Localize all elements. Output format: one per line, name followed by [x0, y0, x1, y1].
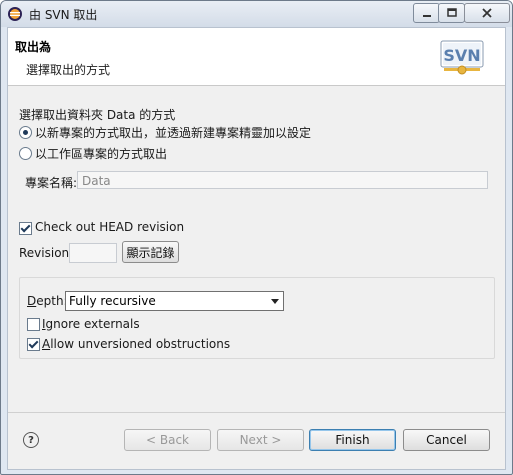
- allow-unversioned-checkbox[interactable]: [27, 338, 40, 351]
- close-button[interactable]: [464, 3, 510, 23]
- dialog-content: 取出為 選擇取出的方式 SVN 選擇取出資料夾 Data 的方式 以新專案的方式…: [7, 27, 506, 470]
- title-bar[interactable]: 由 SVN 取出: [1, 1, 512, 27]
- minimize-button[interactable]: [413, 3, 440, 23]
- cancel-button[interactable]: Cancel: [403, 429, 490, 451]
- window-title: 由 SVN 取出: [29, 8, 98, 22]
- radio-workspace-project[interactable]: [19, 147, 32, 160]
- svn-checkout-dialog: 由 SVN 取出 取出為 選擇取出的方式 SVN 選擇取出資料夾 Data 的方…: [0, 0, 513, 475]
- allow-unversioned-label[interactable]: Allow unversioned obstructions: [42, 337, 230, 351]
- show-log-button[interactable]: 顯示記錄: [122, 241, 179, 263]
- radio-new-project[interactable]: [19, 126, 32, 139]
- svn-logo-icon: SVN: [440, 40, 484, 75]
- project-name-input[interactable]: Data: [77, 171, 488, 189]
- ignore-externals-checkbox[interactable]: [27, 318, 40, 331]
- revision-input[interactable]: [69, 243, 117, 263]
- minimize-icon: [422, 15, 431, 17]
- head-revision-checkbox[interactable]: [19, 222, 32, 235]
- maximize-button[interactable]: [438, 3, 465, 23]
- next-button[interactable]: Next >: [217, 429, 304, 451]
- footer-divider: [8, 412, 505, 413]
- svn-logo-text: SVN: [443, 46, 480, 65]
- page-description: 選擇取出的方式: [26, 63, 111, 77]
- project-name-label: 專案名稱:: [25, 176, 78, 190]
- finish-button[interactable]: Finish: [309, 429, 396, 451]
- close-icon: [482, 8, 492, 18]
- maximize-icon: [446, 8, 457, 17]
- eclipse-icon: [8, 7, 22, 21]
- depth-select[interactable]: Fully recursive: [65, 291, 284, 311]
- revision-label: Revision:: [19, 246, 74, 260]
- page-title: 取出為: [15, 40, 52, 54]
- head-revision-label[interactable]: Check out HEAD revision: [35, 220, 184, 234]
- help-icon[interactable]: ?: [23, 432, 39, 448]
- ignore-externals-label[interactable]: Ignore externals: [42, 317, 140, 331]
- radio-new-project-label[interactable]: 以新專案的方式取出，並透過新建專案精靈加以設定: [35, 124, 311, 141]
- chevron-down-icon[interactable]: [271, 299, 279, 304]
- checkout-method-label: 選擇取出資料夾 Data 的方式: [19, 108, 176, 122]
- depth-select-value: Fully recursive: [69, 294, 156, 308]
- back-button[interactable]: < Back: [124, 429, 211, 451]
- depth-label: Depth:: [27, 294, 68, 308]
- radio-workspace-project-label[interactable]: 以工作區專案的方式取出: [35, 145, 167, 162]
- wizard-header: 取出為 選擇取出的方式 SVN: [8, 28, 505, 86]
